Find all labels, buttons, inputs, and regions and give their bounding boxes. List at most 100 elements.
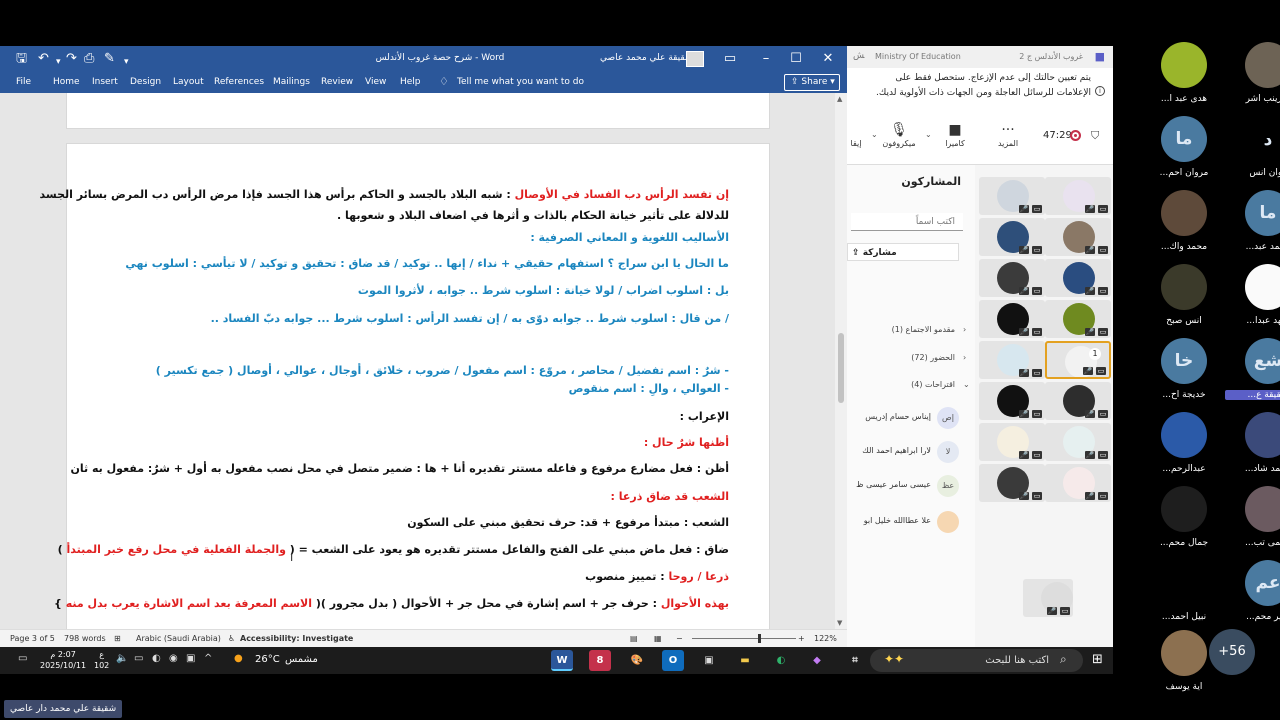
scroll-up-icon[interactable]: ▲ xyxy=(837,95,842,103)
battery-icon[interactable]: ◐ xyxy=(152,653,161,664)
word-taskbar-icon[interactable]: W xyxy=(551,650,573,671)
chevron-up-icon[interactable]: ^ xyxy=(204,653,212,664)
document-line[interactable]: إن تفسد الرأس دب الفساد في الأوصال : شبه… xyxy=(40,188,729,201)
document-line[interactable]: الإعراب : xyxy=(680,410,729,423)
proofing-icon[interactable]: ⊞ xyxy=(114,634,121,643)
section-suggestions[interactable]: اقتراحات (4) xyxy=(911,380,955,389)
tab-review[interactable]: Review xyxy=(321,77,353,87)
page-current[interactable]: إن تفسد الرأس دب الفساد في الأوصال : شبه… xyxy=(40,143,770,629)
video-tile[interactable]: 🎤 ▭ xyxy=(1045,423,1111,461)
tab-view[interactable]: View xyxy=(365,77,386,87)
section-organizers[interactable]: مقدمو الاجتماع (1) xyxy=(892,325,955,334)
video-tile[interactable]: 🎤 ▭ xyxy=(1023,579,1073,617)
document-line[interactable]: الشعب : مبتدأ مرفوع + قد: حرف تحقيق مبني… xyxy=(407,516,729,529)
video-tile[interactable]: 🎤 ▭ 1 xyxy=(1045,341,1111,379)
document-line[interactable]: - شرٌ : اسم تفضيل / محاصر ، مروّع : اسم … xyxy=(156,364,729,377)
gallery-participant[interactable]: محمد واك... xyxy=(1141,190,1221,265)
notification-icon[interactable]: ▭ xyxy=(18,653,27,664)
mic-button[interactable]: 🎙 ميكروفون xyxy=(874,121,924,148)
weather-temp[interactable]: 26°C xyxy=(255,654,280,665)
video-tile[interactable]: 🎤 ▭ xyxy=(979,382,1045,420)
document-line[interactable]: الشعب قد ضاق ذرعا : xyxy=(611,490,729,503)
scroll-down-icon[interactable]: ▼ xyxy=(837,619,842,627)
document-line[interactable]: - العوالي ، والِ : اسم منقوص xyxy=(569,382,729,395)
word-count[interactable]: 798 words xyxy=(64,634,106,643)
gallery-participant[interactable]: ما مروان احم... xyxy=(1141,116,1221,191)
network-icon[interactable]: ▭ xyxy=(134,653,143,664)
tab-home[interactable]: Home xyxy=(53,77,80,87)
participant-search-input[interactable]: اكتب اسماً xyxy=(851,213,963,231)
tab-file[interactable]: File xyxy=(16,77,31,87)
tell-me-search[interactable]: Tell me what you want to do xyxy=(457,77,584,87)
gallery-participant[interactable]: ما محمد عبد... xyxy=(1225,190,1280,265)
accessibility-status[interactable]: Accessibility: Investigate xyxy=(240,634,353,643)
explorer-taskbar-icon[interactable]: ▬ xyxy=(734,650,756,671)
meeting-chat-icon[interactable]: ﺶ xyxy=(853,51,864,61)
save-icon[interactable]: 🖫 xyxy=(16,52,27,66)
input-language[interactable]: ع 102 xyxy=(94,649,109,671)
print-layout-icon[interactable]: ▦ xyxy=(654,634,662,643)
zoom-slider[interactable] xyxy=(692,638,796,639)
list-item[interactable]: علا عطاالله خليل ابو xyxy=(847,508,975,534)
tab-design[interactable]: Design xyxy=(130,77,161,87)
task-view-icon[interactable]: ⌗ xyxy=(844,650,866,671)
gallery-participant[interactable]: عم عبير محم... xyxy=(1225,560,1280,635)
video-tile[interactable]: 🎤 ▭ xyxy=(979,300,1045,338)
document-line[interactable]: ما الحال يا ابن سراج ؟ استفهام حقيقي + ن… xyxy=(125,257,729,270)
gallery-participant[interactable]: نبيل أحمد... xyxy=(1141,560,1221,635)
gallery-participant[interactable]: ...زينب أشر xyxy=(1225,42,1280,117)
avatar[interactable] xyxy=(686,51,704,67)
read-mode-icon[interactable]: ▤ xyxy=(630,634,638,643)
camera-button[interactable]: ■ كاميرا xyxy=(930,121,980,148)
maximize-icon[interactable]: ☐ xyxy=(786,50,806,68)
tab-mailings[interactable]: Mailings xyxy=(273,77,310,87)
weather-label[interactable]: مشمس xyxy=(285,654,318,665)
video-tile[interactable]: 🎤 ▭ xyxy=(1045,177,1111,215)
document-line[interactable]: ذرعا / روحا : تمييز منصوب xyxy=(585,570,729,583)
scroll-thumb[interactable] xyxy=(838,333,844,403)
document-canvas[interactable]: إن تفسد الرأس دب الفساد في الأوصال : شبه… xyxy=(0,93,835,629)
gallery-participant[interactable]: جمال محم... xyxy=(1141,486,1221,561)
zoom-level[interactable]: 122% xyxy=(814,634,837,643)
expand-organizers-chevron-icon[interactable]: › xyxy=(963,325,966,334)
zoom-out-icon[interactable]: − xyxy=(676,634,683,643)
video-tile[interactable]: 🎤 ▭ xyxy=(979,464,1045,502)
close-icon[interactable]: ✕ xyxy=(818,50,838,68)
record-icon[interactable]: ◉ xyxy=(169,653,178,664)
tab-references[interactable]: References xyxy=(214,77,264,87)
video-tile[interactable]: 🎤 ▭ xyxy=(979,341,1045,379)
page-count[interactable]: Page 3 of 5 xyxy=(10,634,55,643)
redo-icon[interactable]: ↷ xyxy=(66,52,77,66)
tab-insert[interactable]: Insert xyxy=(92,77,118,87)
list-item[interactable]: لا لارا ابراهيم احمد الك xyxy=(847,438,975,464)
shield-icon[interactable]: ⛉ xyxy=(1091,129,1099,143)
video-tile[interactable]: 🎤 ▭ xyxy=(979,423,1045,461)
gallery-participant[interactable]: آية يوسف xyxy=(1141,630,1221,705)
more-button[interactable]: ··· المزيد xyxy=(983,121,1033,148)
share-invite-button[interactable]: مشاركة ⇪ xyxy=(847,243,959,261)
expand-attendees-chevron-icon[interactable]: › xyxy=(963,353,966,362)
ribbon-display-icon[interactable]: ▭ xyxy=(720,50,740,68)
mail-taskbar-icon[interactable]: 8 xyxy=(589,650,611,671)
print-preview-icon[interactable]: ⎙ xyxy=(84,52,94,66)
edge-taskbar-icon[interactable]: ◐ xyxy=(770,650,792,671)
document-line[interactable]: بهذه الأحوال : حرف جر + اسم إشارة في محل… xyxy=(54,597,729,610)
video-tile[interactable]: 🎤 ▭ xyxy=(979,218,1045,256)
undo-icon[interactable]: ↶ xyxy=(38,52,49,66)
list-item[interactable]: عظ عيسى سامر عيسى ظ xyxy=(847,472,975,498)
clock[interactable]: 2:07 م 2025/10/11 xyxy=(40,649,86,671)
gallery-participant[interactable]: خا خديجة اح... xyxy=(1141,338,1221,413)
gallery-participant[interactable]: شهد عبدا... xyxy=(1225,264,1280,339)
document-line[interactable]: للدلالة على تأثير خيانة الحكام بالذات و … xyxy=(337,209,729,222)
document-line[interactable]: ضاق : فعل ماض مبني على الفتح والفاعل مست… xyxy=(58,543,729,556)
document-line[interactable]: الأساليب اللغوية و المعاني الصرفية : xyxy=(530,231,729,244)
gallery-participant[interactable]: محمد شاد... xyxy=(1225,412,1280,487)
video-tile[interactable]: 🎤 ▭ xyxy=(1045,218,1111,256)
document-line[interactable]: أظنها شرٌ حال : xyxy=(644,436,729,449)
store-taskbar-icon[interactable]: ▣ xyxy=(698,650,720,671)
camera-icon[interactable]: ▣ xyxy=(186,653,195,664)
windows-start-icon[interactable]: ⊞ xyxy=(1092,652,1103,667)
vertical-scrollbar[interactable]: ▲ ▼ xyxy=(835,93,847,629)
zoom-in-icon[interactable]: + xyxy=(798,634,805,643)
chevron-down-icon[interactable]: ▾ xyxy=(56,55,61,69)
